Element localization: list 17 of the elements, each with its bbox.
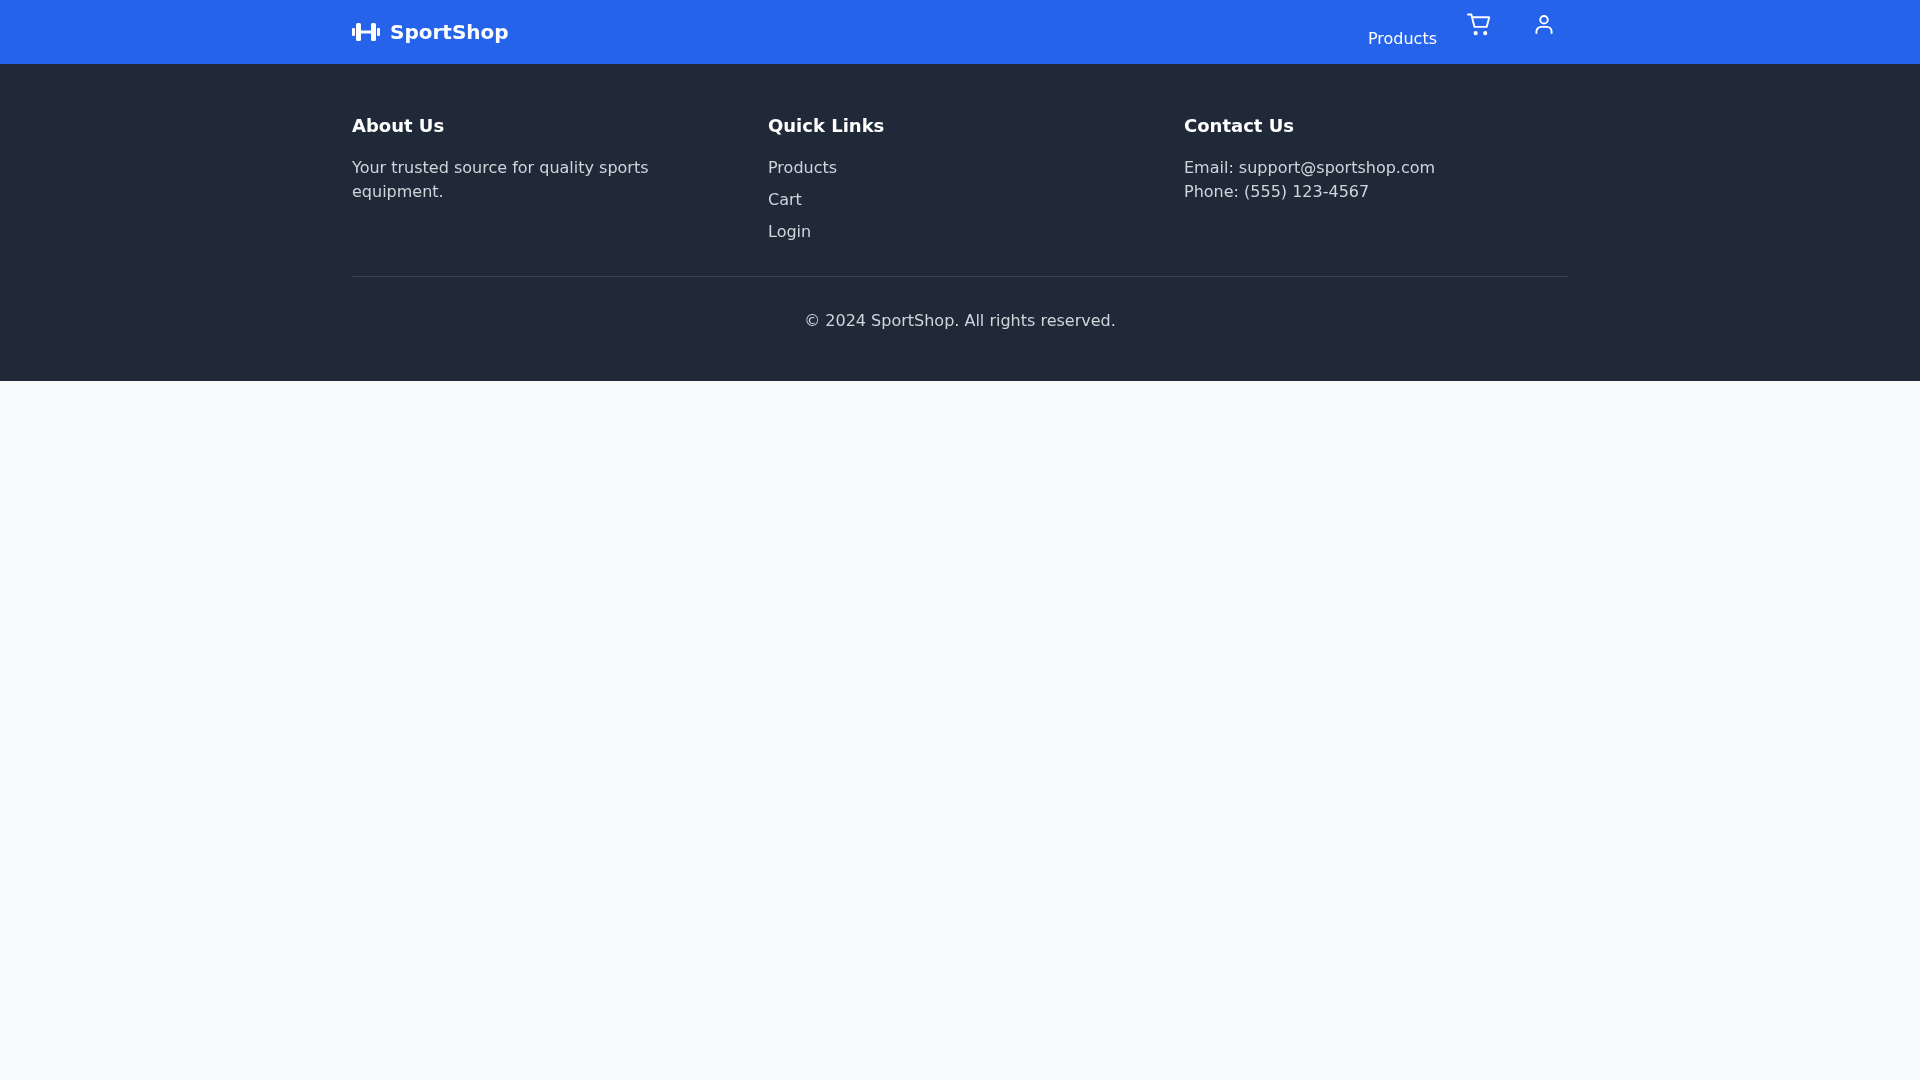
footer-heading: About Us	[352, 114, 446, 138]
footer-link[interactable]: Login	[768, 222, 812, 241]
about-text: Your trusted source for quality sports equipment.	[352, 157, 650, 203]
account-button[interactable]	[1535, 15, 1553, 34]
dumbbell-icon	[352, 22, 380, 42]
contact-text: Email: support@sportshop.com	[1184, 157, 1437, 179]
nav-link[interactable]: Products	[1367, 27, 1437, 51]
footer-heading: Quick Links	[768, 114, 886, 138]
footer-link[interactable]: Products	[768, 158, 838, 177]
footer-link[interactable]: Cart	[768, 190, 802, 209]
copyright-text: © 2024 SportShop. All rights reserved.	[804, 310, 1116, 332]
footer-heading: Contact Us	[1184, 114, 1295, 138]
shopping-cart-icon	[1467, 13, 1491, 36]
user-icon	[1535, 15, 1553, 34]
brand-name[interactable]: SportShop	[390, 18, 509, 46]
cart-button[interactable]	[1467, 13, 1491, 36]
contact-text: Phone: (555) 123-4567	[1184, 181, 1371, 203]
